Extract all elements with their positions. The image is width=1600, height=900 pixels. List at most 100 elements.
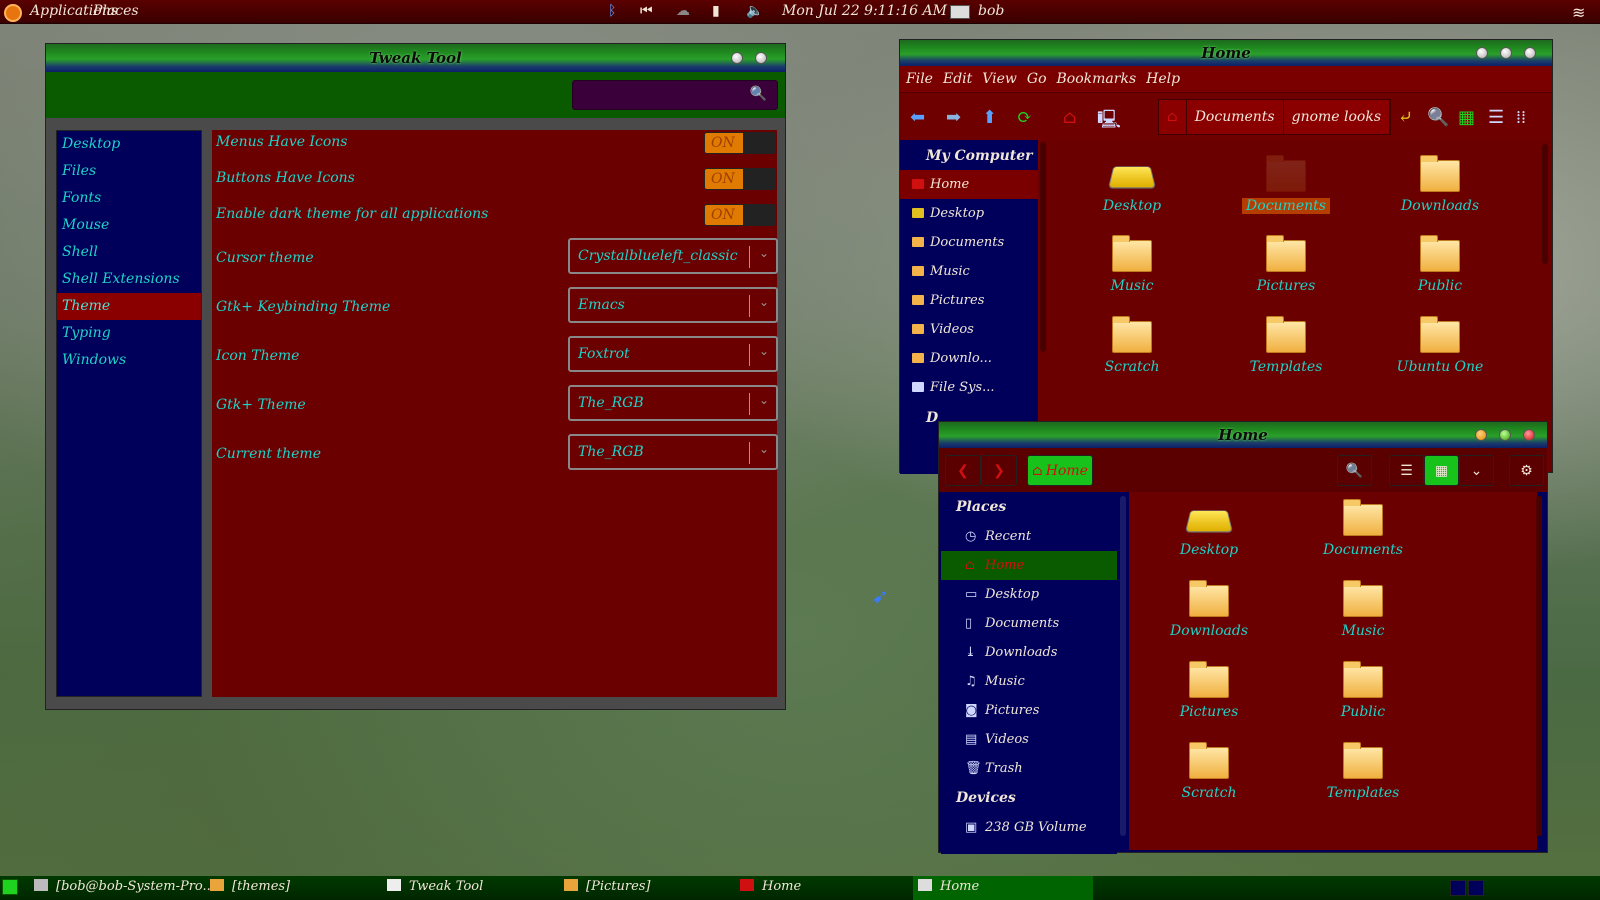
crumb-gnome-looks[interactable]: gnome looks xyxy=(1283,100,1391,134)
user-name[interactable]: bob xyxy=(978,3,1004,19)
view-options-button[interactable]: ⌄ xyxy=(1459,455,1494,486)
file-item[interactable]: Templates xyxy=(1236,316,1336,375)
sidebar-item-downloads[interactable]: ⤓ Downloads xyxy=(941,638,1117,667)
task-home-1[interactable]: Home xyxy=(740,879,801,894)
sidebar-item-desktop[interactable]: Desktop xyxy=(900,199,1038,228)
gtk-theme-select[interactable]: The_RGB ⌄ xyxy=(568,385,778,421)
close-button[interactable] xyxy=(1524,47,1536,59)
file-item[interactable]: Documents xyxy=(1313,499,1413,558)
file-item[interactable]: Music xyxy=(1082,235,1182,294)
sidebar-item-files[interactable]: Files xyxy=(57,158,201,185)
maximize-button[interactable] xyxy=(1499,429,1511,441)
file-item[interactable]: Documents xyxy=(1236,155,1336,214)
titlebar[interactable]: Home xyxy=(939,422,1547,448)
minimize-button[interactable] xyxy=(1476,47,1488,59)
clock[interactable]: Mon Jul 22 9:11:16 AM xyxy=(782,3,947,19)
list-view-button[interactable]: ☰ xyxy=(1389,455,1424,486)
sidebar-item-theme[interactable]: Theme xyxy=(57,293,201,320)
sidebar-item-mouse[interactable]: Mouse xyxy=(57,212,201,239)
file-item[interactable]: Ubuntu One xyxy=(1390,316,1490,375)
sidebar-scrollbar[interactable] xyxy=(1040,142,1046,352)
minimize-button[interactable] xyxy=(1475,429,1487,441)
file-item[interactable]: Public xyxy=(1313,661,1413,720)
task-pictures[interactable]: [Pictures] xyxy=(564,879,651,894)
search-button[interactable]: 🔍 xyxy=(1337,455,1372,486)
menu-help[interactable]: Help xyxy=(1146,71,1180,87)
file-item[interactable]: Pictures xyxy=(1159,661,1259,720)
sidebar-item-home[interactable]: ⌂ Home xyxy=(941,551,1117,580)
task-themes[interactable]: [themes] xyxy=(210,879,290,894)
computer-icon[interactable]: 🖳 xyxy=(1097,107,1121,137)
file-item[interactable]: Scratch xyxy=(1159,742,1259,801)
sidebar-item-recent[interactable]: ◷ Recent xyxy=(941,522,1117,551)
file-item[interactable]: Music xyxy=(1313,580,1413,639)
sidebar-item-filesystem[interactable]: File Sys... xyxy=(900,373,1038,402)
weather-cloud-icon[interactable]: ☁ xyxy=(676,3,690,19)
task-tweak-tool[interactable]: Tweak Tool xyxy=(387,879,483,894)
workspace-2[interactable] xyxy=(1468,880,1484,896)
skip-back-icon[interactable]: ⏮ xyxy=(640,3,653,19)
sidebar-scrollbar[interactable] xyxy=(1120,496,1126,836)
sidebar-item-windows[interactable]: Windows xyxy=(57,347,201,374)
menu-bookmarks[interactable]: Bookmarks xyxy=(1057,71,1137,87)
up-icon[interactable]: ⬆ xyxy=(982,107,997,128)
zoom-icon[interactable]: 🔍 xyxy=(1427,107,1449,128)
session-menu-icon[interactable]: ≋ xyxy=(1572,3,1585,22)
file-item[interactable]: Pictures xyxy=(1236,235,1336,294)
icon-view-icon[interactable]: ▦ xyxy=(1458,107,1475,128)
file-item[interactable]: Desktop xyxy=(1159,504,1259,558)
file-item[interactable]: Downloads xyxy=(1390,155,1490,214)
places-menu[interactable]: Places xyxy=(93,3,139,19)
menu-view[interactable]: View xyxy=(982,71,1017,87)
buttons-have-icons-toggle[interactable]: ON xyxy=(704,168,776,190)
home-crumb-icon[interactable]: ⌂ xyxy=(1159,100,1187,134)
sidebar-item-documents[interactable]: ▯ Documents xyxy=(941,609,1117,638)
sidebar-item-fonts[interactable]: Fonts xyxy=(57,185,201,212)
menu-edit[interactable]: Edit xyxy=(943,71,972,87)
titlebar[interactable]: Home xyxy=(900,40,1552,66)
workspace-1[interactable] xyxy=(1450,880,1466,896)
file-item[interactable]: Public xyxy=(1390,235,1490,294)
sidebar-item-typing[interactable]: Typing xyxy=(57,320,201,347)
sidebar-item-videos[interactable]: ▤ Videos xyxy=(941,725,1117,754)
menus-have-icons-toggle[interactable]: ON xyxy=(704,132,776,154)
sidebar-item-music[interactable]: ♫ Music xyxy=(941,667,1117,696)
home-icon[interactable]: ⌂ xyxy=(1063,107,1077,128)
back-icon[interactable]: ⬅ xyxy=(910,107,925,128)
sidebar-item-home[interactable]: Home xyxy=(900,170,1038,199)
sidebar-item-desktop[interactable]: ▭ Desktop xyxy=(941,580,1117,609)
sidebar-item-videos[interactable]: Videos xyxy=(900,315,1038,344)
user-icon[interactable] xyxy=(950,5,970,19)
reload-icon[interactable]: ⟳ xyxy=(1017,107,1032,128)
sidebar-item-trash[interactable]: 🗑 Trash xyxy=(941,754,1117,783)
sidebar-item-shell[interactable]: Shell xyxy=(57,239,201,266)
ubuntu-logo-icon[interactable] xyxy=(4,4,22,22)
menu-go[interactable]: Go xyxy=(1027,71,1047,87)
sidebar-item-music[interactable]: Music xyxy=(900,257,1038,286)
sidebar-item-pictures[interactable]: ◙ Pictures xyxy=(941,696,1117,725)
show-desktop-icon[interactable] xyxy=(2,879,18,895)
menu-file[interactable]: File xyxy=(906,71,933,87)
settings-gear-button[interactable]: ⚙ xyxy=(1509,455,1544,486)
titlebar[interactable]: Tweak Tool xyxy=(46,44,785,72)
file-item[interactable]: Downloads xyxy=(1159,580,1259,639)
sidebar-item-pictures[interactable]: Pictures xyxy=(900,286,1038,315)
content-scrollbar[interactable] xyxy=(1542,144,1548,264)
bluetooth-icon[interactable]: ᛒ xyxy=(608,3,616,19)
home-path-button[interactable]: ⌂ Home xyxy=(1027,455,1093,486)
minimize-button[interactable] xyxy=(731,52,743,64)
file-item[interactable]: Scratch xyxy=(1082,316,1182,375)
current-theme-select[interactable]: The_RGB ⌄ xyxy=(568,434,778,470)
cursor-theme-select[interactable]: Crystalblueleft_classic ⌄ xyxy=(568,238,778,274)
keybinding-theme-select[interactable]: Emacs ⌄ xyxy=(568,287,778,323)
volume-icon[interactable]: 🔈 xyxy=(746,3,763,19)
sidebar-item-volume[interactable]: ▣ 238 GB Volume xyxy=(941,813,1117,842)
close-button[interactable] xyxy=(755,52,767,64)
file-item[interactable]: Desktop xyxy=(1082,160,1182,214)
search-icon[interactable]: 🔍 xyxy=(750,86,767,102)
search-input[interactable]: 🔍 xyxy=(572,80,778,110)
back-button[interactable]: ❮ xyxy=(945,455,981,486)
forward-button[interactable]: ❯ xyxy=(981,455,1017,486)
task-home-2[interactable]: Home xyxy=(918,879,979,894)
close-button[interactable] xyxy=(1523,429,1535,441)
